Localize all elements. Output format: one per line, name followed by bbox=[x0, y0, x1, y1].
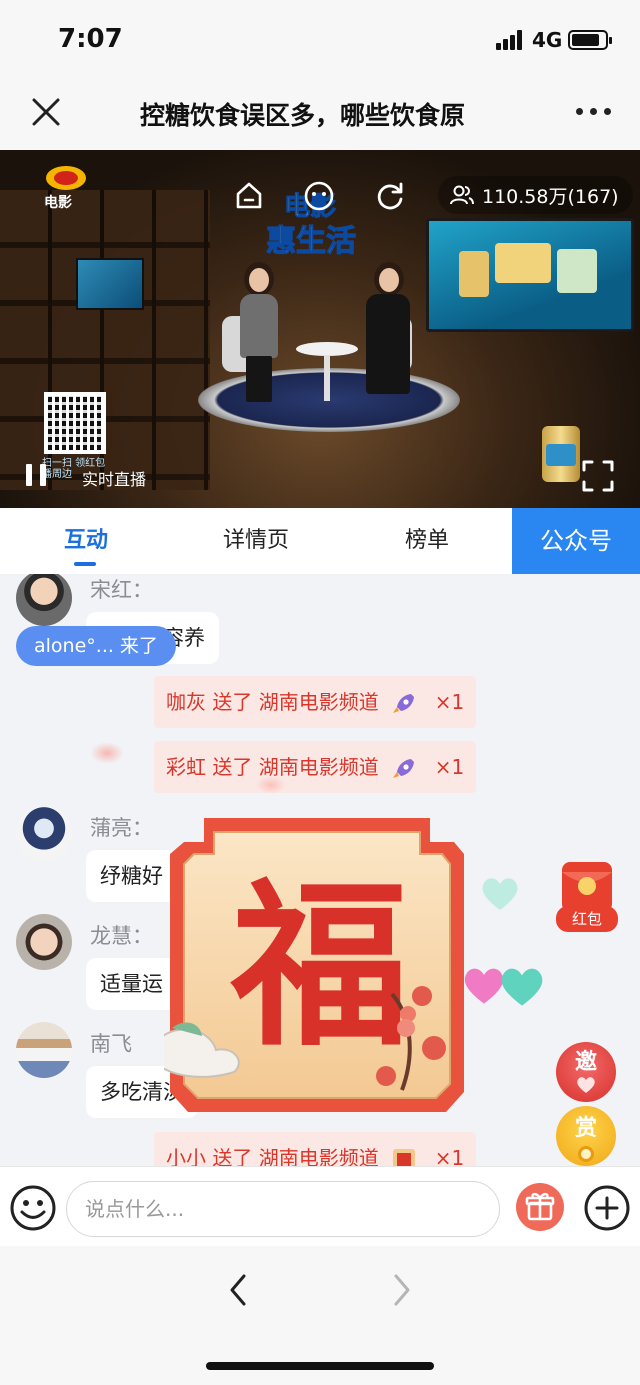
gift-text: 小小 送了 湖南电影频道 bbox=[166, 1146, 379, 1166]
home-icon[interactable] bbox=[234, 180, 264, 210]
heart-icon bbox=[482, 878, 518, 910]
avatar[interactable] bbox=[16, 914, 72, 970]
gift-icon bbox=[525, 1192, 555, 1221]
chat-username: 宋红： bbox=[90, 578, 153, 602]
close-icon[interactable] bbox=[28, 94, 64, 130]
tab-bar: 互动 详情页 榜单 公众号 bbox=[0, 508, 640, 574]
rocket-icon bbox=[392, 758, 414, 778]
live-stream-page: 7:07 4G 控糖饮食误区多，哪些饮食原 电影 惠生活 电影 扫一扫 领红包 … bbox=[0, 0, 640, 1385]
viewer-count: 110.58万(167) bbox=[438, 176, 633, 214]
gift-count: ×1 bbox=[434, 690, 465, 714]
studio-table-leg bbox=[324, 355, 330, 401]
gift-button[interactable] bbox=[516, 1183, 564, 1231]
chat-username: 蒲亮： bbox=[90, 816, 153, 840]
heart-icon bbox=[577, 1077, 595, 1093]
tab-ranking[interactable]: 榜单 bbox=[364, 508, 490, 574]
studio-table bbox=[296, 342, 358, 356]
status-bar: 7:07 4G bbox=[0, 0, 640, 80]
forward-icon[interactable] bbox=[386, 1270, 418, 1310]
viewer-count-text: 110.58万(167) bbox=[482, 185, 619, 208]
heart-icon bbox=[501, 968, 543, 1006]
pause-button[interactable] bbox=[26, 464, 48, 486]
avatar[interactable] bbox=[16, 574, 72, 626]
invite-button[interactable]: 邀 bbox=[556, 1042, 616, 1102]
fullscreen-icon[interactable] bbox=[582, 460, 614, 492]
avatar[interactable] bbox=[16, 806, 72, 862]
avatar[interactable] bbox=[16, 1022, 72, 1078]
fu-character: 福 bbox=[230, 861, 409, 1070]
back-icon[interactable] bbox=[222, 1270, 254, 1310]
official-account-button[interactable]: 公众号 bbox=[512, 508, 640, 574]
gift-row: 小小 送了 湖南电影频道 ×1 bbox=[154, 1132, 477, 1166]
coin-icon bbox=[578, 1146, 594, 1162]
nav-bar: 控糖饮食误区多，哪些饮食原 bbox=[0, 80, 640, 150]
signal-icon bbox=[496, 30, 524, 50]
comment-bar: 说点什么... bbox=[0, 1166, 640, 1246]
petal-decoration bbox=[90, 742, 124, 764]
plus-icon[interactable] bbox=[582, 1183, 632, 1233]
gift-row: 咖灰 送了 湖南电影频道 ×1 bbox=[154, 676, 477, 728]
tab-details[interactable]: 详情页 bbox=[192, 508, 320, 574]
browser-toolbar bbox=[0, 1246, 640, 1385]
home-indicator bbox=[206, 1362, 434, 1370]
gift-count: ×1 bbox=[434, 1146, 465, 1166]
qr-code bbox=[44, 392, 106, 454]
battery-icon bbox=[568, 30, 612, 50]
status-time: 7:07 bbox=[58, 24, 123, 54]
fu-icon bbox=[392, 1148, 415, 1166]
video-player[interactable]: 电影 惠生活 电影 扫一扫 领红包 播周边 110.58万(167) 实时直播 bbox=[0, 150, 640, 508]
refresh-icon[interactable] bbox=[374, 180, 406, 212]
red-packet-label: 红包 bbox=[556, 906, 618, 932]
gift-row: 彩虹 送了 湖南电影频道 ×1 bbox=[154, 741, 477, 793]
emoji-icon[interactable] bbox=[8, 1183, 58, 1233]
fu-blessing-card[interactable]: 福 bbox=[164, 814, 470, 1116]
live-label: 实时直播 bbox=[82, 470, 147, 489]
studio-small-screen bbox=[76, 258, 144, 310]
studio-big-screen bbox=[426, 218, 634, 332]
reward-button[interactable]: 赏 bbox=[556, 1106, 616, 1166]
petal-decoration bbox=[256, 776, 286, 794]
invite-label: 邀 bbox=[574, 1050, 597, 1075]
rocket-icon bbox=[392, 693, 414, 713]
chat-username: 南飞 bbox=[90, 1032, 132, 1056]
join-notice: alone°... 来了 bbox=[16, 626, 176, 666]
product-can bbox=[542, 426, 580, 482]
chat-username: 龙慧： bbox=[90, 924, 153, 948]
red-packet-button[interactable]: 红包 bbox=[556, 858, 618, 932]
page-title: 控糖饮食误区多，哪些饮食原 bbox=[140, 101, 466, 130]
share-icon[interactable] bbox=[302, 180, 336, 212]
reward-label: 赏 bbox=[574, 1116, 597, 1141]
tab-indicator bbox=[74, 562, 96, 566]
gift-text: 咖灰 送了 湖南电影频道 bbox=[166, 690, 379, 714]
network-type: 4G bbox=[532, 28, 563, 52]
comment-input[interactable]: 说点什么... bbox=[66, 1181, 500, 1237]
more-icon[interactable] bbox=[576, 108, 612, 118]
gift-count: ×1 bbox=[434, 755, 465, 779]
channel-logo: 电影 bbox=[38, 166, 94, 211]
battery-level bbox=[572, 34, 599, 46]
users-icon bbox=[450, 185, 474, 205]
